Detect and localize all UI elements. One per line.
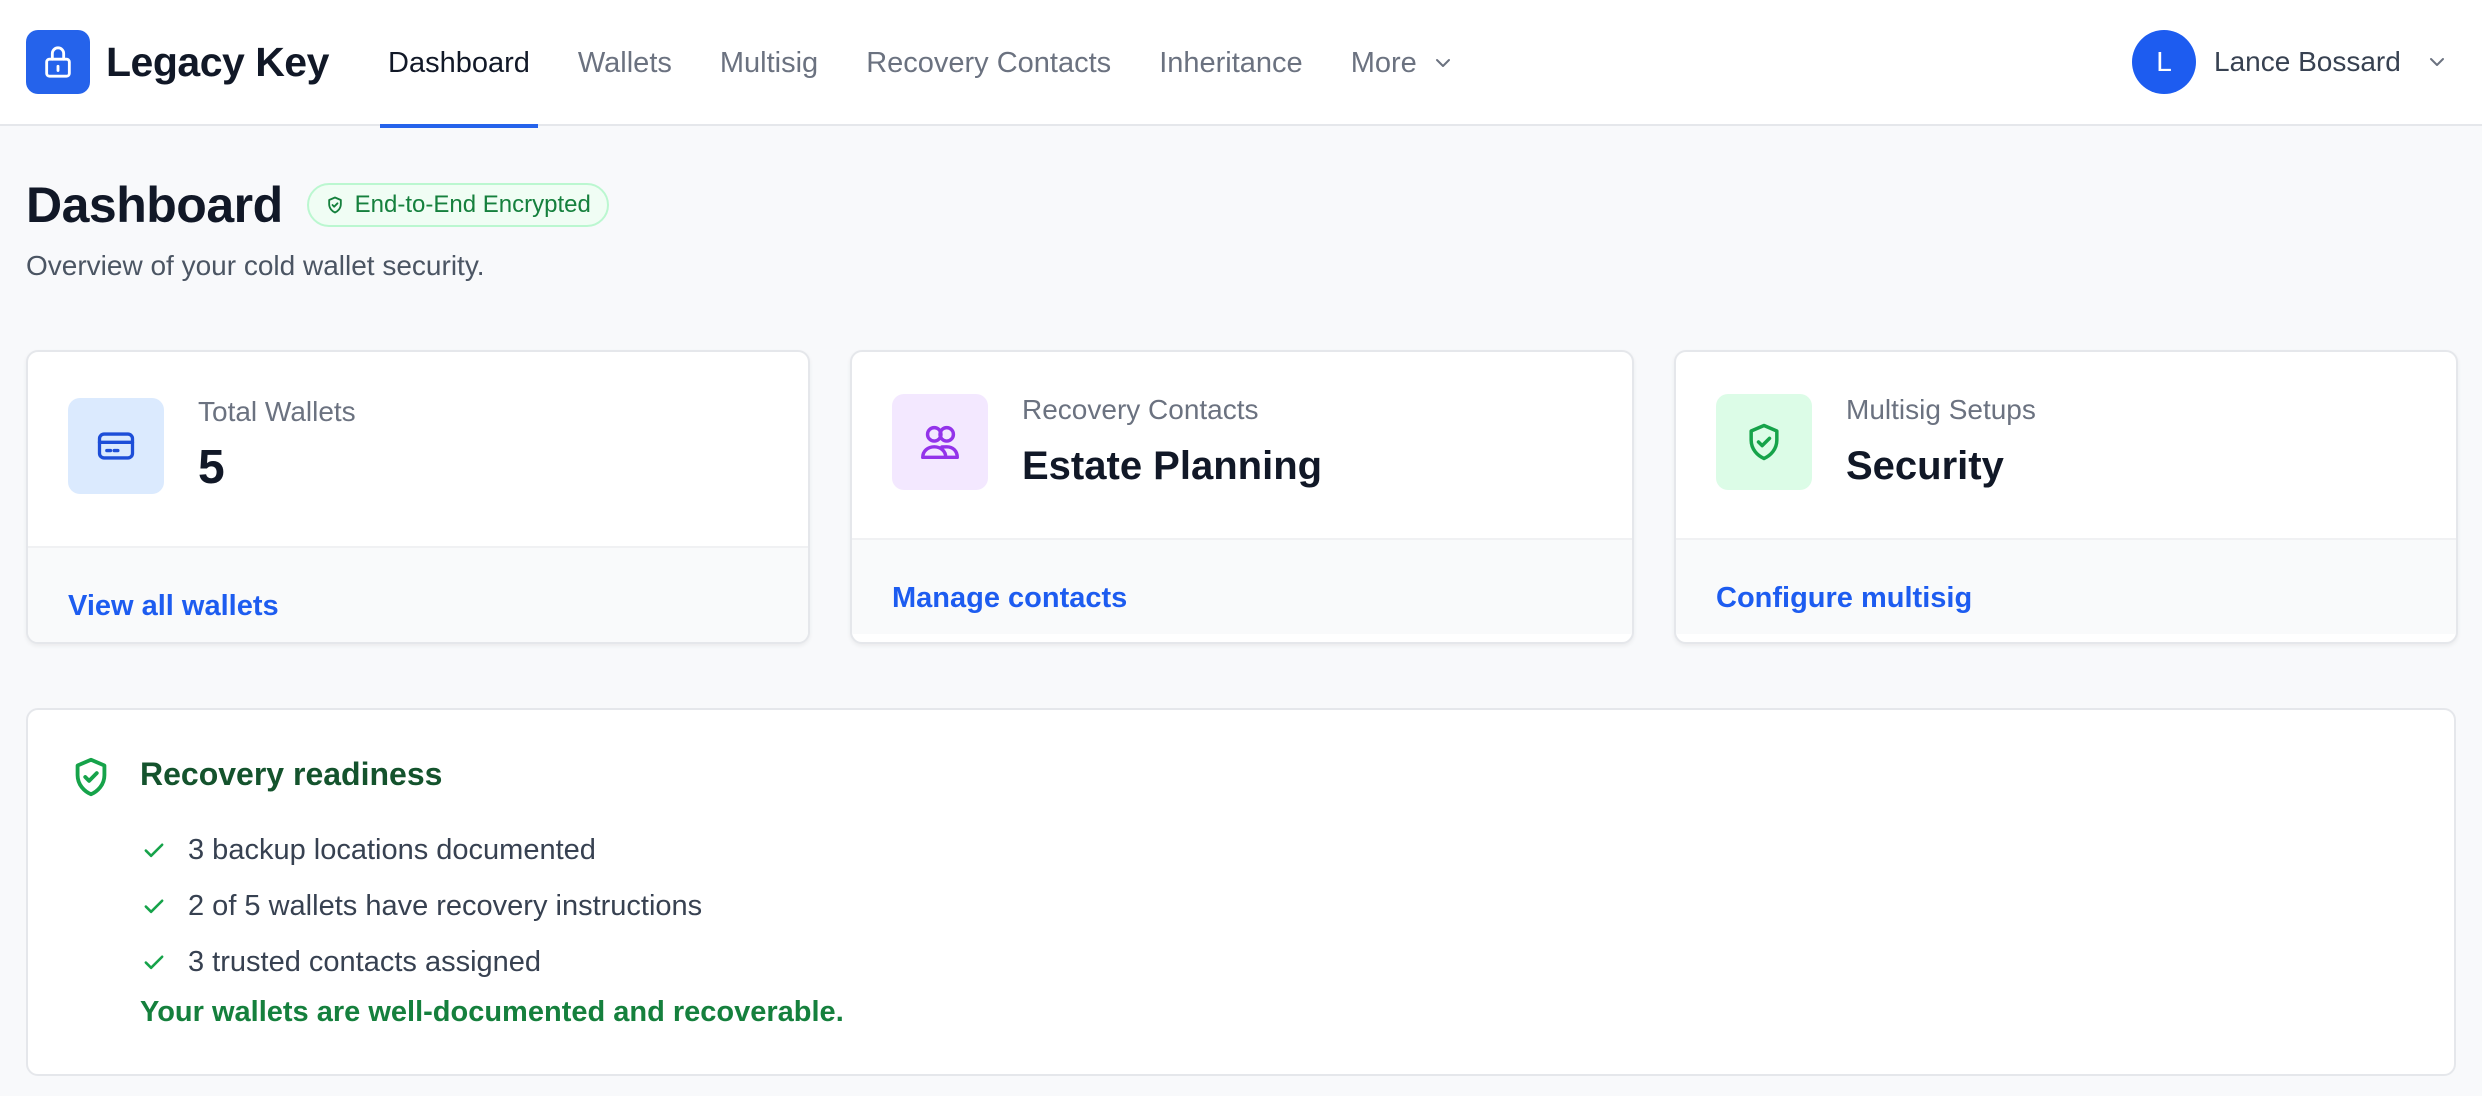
list-item: 3 backup locations documented	[140, 822, 702, 878]
brand[interactable]: Legacy Key	[26, 30, 329, 94]
list-item: 2 of 5 wallets have recovery instruction…	[140, 878, 702, 934]
encryption-badge: End-to-End Encrypted	[306, 183, 609, 227]
main-nav: Dashboard Wallets Multisig Recovery Cont…	[380, 0, 1495, 128]
readiness-status: Your wallets are well-documented and rec…	[140, 996, 844, 1028]
list-item-text: 3 backup locations documented	[188, 833, 596, 866]
card-label: Recovery Contacts	[1022, 394, 1259, 425]
readiness-checklist: 3 backup locations documented 2 of 5 wal…	[140, 822, 702, 990]
card-body: Recovery Contacts Estate Planning	[852, 352, 1632, 538]
panel-title: Recovery readiness	[140, 756, 443, 792]
encryption-badge-label: End-to-End Encrypted	[354, 191, 591, 218]
users-icon	[892, 394, 988, 490]
nav-tab-label: Wallets	[577, 46, 672, 79]
nav-tab-label: Dashboard	[388, 46, 530, 79]
multisig-setups-card: Multisig Setups Security Configure multi…	[1674, 350, 2458, 644]
card-footer: Manage contacts	[852, 538, 1632, 634]
card-footer: Configure multisig	[1676, 538, 2456, 634]
card-value: Estate Planning	[1022, 444, 1323, 488]
check-icon	[140, 948, 168, 976]
chevron-down-icon	[1431, 51, 1455, 75]
card-footer: View all wallets	[28, 546, 808, 642]
total-wallets-card: Total Wallets 5 View all wallets	[26, 350, 810, 644]
recovery-contacts-card: Recovery Contacts Estate Planning Manage…	[850, 350, 1634, 644]
nav-tab-recovery-contacts[interactable]: Recovery Contacts	[858, 0, 1119, 126]
nav-more-dropdown[interactable]: More	[1343, 0, 1463, 126]
manage-contacts-link[interactable]: Manage contacts	[892, 582, 1127, 615]
card-value: 5	[198, 441, 225, 494]
nav-tab-dashboard[interactable]: Dashboard	[380, 0, 538, 128]
credit-card-icon	[68, 398, 164, 494]
nav-tab-label: Recovery Contacts	[866, 46, 1112, 79]
card-body: Total Wallets 5	[28, 352, 808, 546]
list-item-text: 2 of 5 wallets have recovery instruction…	[188, 889, 703, 922]
nav-tab-multisig[interactable]: Multisig	[712, 0, 826, 126]
lock-icon	[26, 30, 90, 94]
check-icon	[140, 836, 168, 864]
recovery-readiness-panel: Recovery readiness 3 backup locations do…	[26, 708, 2456, 1076]
shield-check-icon	[1716, 394, 1812, 490]
avatar: L	[2132, 30, 2196, 94]
configure-multisig-link[interactable]: Configure multisig	[1716, 582, 1972, 615]
list-item: 3 trusted contacts assigned	[140, 934, 702, 990]
check-icon	[140, 892, 168, 920]
nav-tab-inheritance[interactable]: Inheritance	[1151, 0, 1311, 126]
page-header: Dashboard End-to-End Encrypted	[26, 176, 609, 234]
shield-check-icon	[325, 195, 345, 215]
page-subtitle: Overview of your cold wallet security.	[26, 250, 485, 281]
view-all-wallets-link[interactable]: View all wallets	[68, 590, 279, 623]
nav-tab-label: Inheritance	[1159, 46, 1303, 79]
card-label: Multisig Setups	[1846, 394, 2036, 425]
nav-tab-label: Multisig	[719, 46, 819, 79]
chevron-down-icon	[2425, 50, 2449, 74]
top-navigation-bar: Legacy Key Dashboard Wallets Multisig Re…	[0, 0, 2482, 128]
page-title: Dashboard	[26, 177, 283, 233]
nav-tab-wallets[interactable]: Wallets	[570, 0, 680, 126]
list-item-text: 3 trusted contacts assigned	[188, 945, 542, 978]
user-name: Lance Bossard	[2214, 46, 2401, 77]
shield-check-icon	[68, 754, 114, 800]
nav-tab-label: More	[1350, 46, 1417, 79]
brand-name: Legacy Key	[106, 38, 329, 85]
card-label: Total Wallets	[198, 396, 356, 427]
card-value: Security	[1846, 444, 2004, 488]
user-menu[interactable]: L Lance Bossard	[2132, 30, 2449, 94]
card-body: Multisig Setups Security	[1676, 352, 2456, 538]
